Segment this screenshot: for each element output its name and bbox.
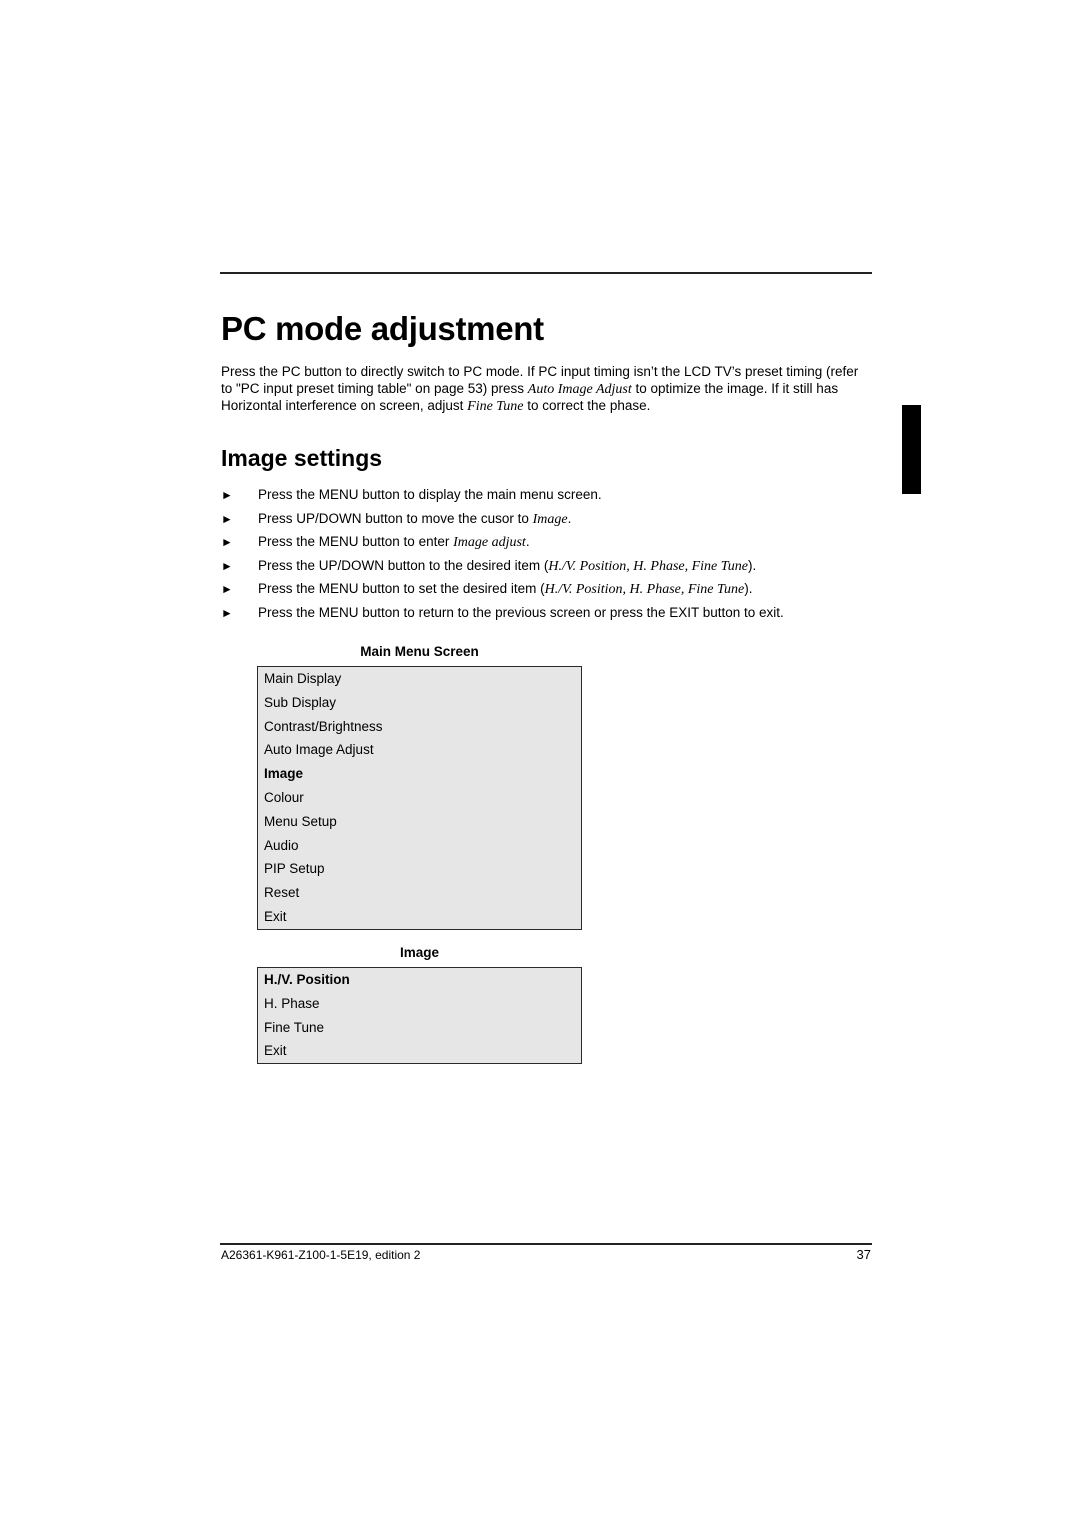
main-menu-item: PIP Setup [264, 861, 325, 877]
bullet-arrow-icon: ► [221, 582, 233, 597]
main-menu-item: Main Display [264, 671, 342, 686]
step-item: ► Press the MENU button to set the desire… [221, 578, 784, 602]
main-menu-caption: Main Menu Screen [360, 644, 479, 659]
bullet-arrow-icon: ► [221, 488, 233, 502]
step-text: Press the MENU button to set the desired… [258, 581, 545, 597]
main-menu-box: Main Display Sub Display Contrast/Bright… [257, 666, 582, 930]
steps-list: ► Press the MENU button to display the ma… [221, 484, 784, 626]
bullet-arrow-icon: ► [221, 535, 233, 550]
page-number: 37 [856, 1247, 871, 1262]
section-title: Image settings [221, 445, 383, 471]
intro-paragraph: Press the PC button to directly switch t… [221, 364, 861, 416]
image-menu-item: Fine Tune [264, 1019, 325, 1035]
bullet-arrow-icon: ► [221, 511, 233, 526]
image-menu-box: H./V. Position H. Phase Fine Tune Exit [257, 967, 582, 1065]
main-menu-item: Contrast/Brightness [264, 718, 383, 734]
main-menu-item: Menu Setup [264, 813, 337, 829]
page-title: PC mode adjustment [221, 310, 544, 347]
intro-emphasis-fine-tune: Fine Tune [467, 399, 524, 414]
step-item: ► Press the MENU button to display the ma… [221, 484, 784, 508]
step-text: Press the MENU button to enter [258, 534, 454, 550]
step-text: Press the MENU button to return to the p… [258, 604, 784, 620]
step-text-after: . [567, 510, 572, 526]
step-text: Press the UP/DOWN button to the desired … [258, 557, 549, 573]
footer-rule [220, 1243, 872, 1245]
main-menu-item: Audio [264, 837, 299, 853]
intro-emphasis-auto-image-adjust: Auto Image Adjust [527, 381, 632, 397]
main-menu-item: Auto Image Adjust [264, 742, 374, 758]
step-item: ► Press UP/DOWN button to move the cusor … [221, 508, 784, 532]
step-emphasis: Image adjust [453, 535, 526, 551]
step-emphasis: H./V. Position, H. Phase, Fine Tune [544, 582, 745, 598]
main-menu-item: Exit [264, 908, 287, 924]
bullet-arrow-icon: ► [221, 558, 233, 573]
step-item: ► Press the MENU button to return to the … [221, 602, 784, 626]
main-menu-item-selected: Image [264, 766, 304, 782]
image-menu-item: H. Phase [264, 995, 320, 1011]
step-text-after: ). [748, 557, 757, 573]
image-menu-caption: Image [399, 945, 440, 960]
step-emphasis: Image [532, 511, 568, 527]
bullet-arrow-icon: ► [221, 605, 233, 620]
image-menu-item: Exit [264, 1043, 287, 1059]
step-text: Press UP/DOWN button to move the cusor t… [258, 510, 533, 526]
main-menu-item: Colour [264, 789, 304, 805]
main-menu-item: Reset [264, 885, 300, 901]
chapter-tab-marker [902, 405, 921, 494]
step-emphasis: H./V. Position, H. Phase, Fine Tune [548, 558, 748, 574]
step-item: ► Press the MENU button to enter Image ad… [221, 531, 784, 555]
step-text-after: . [525, 534, 530, 550]
document-id: A26361-K961-Z100-1-5E19, edition 2 [221, 1248, 421, 1262]
image-menu-item-selected: H./V. Position [264, 972, 350, 987]
header-rule [220, 272, 872, 274]
step-text-after: ). [744, 581, 753, 597]
step-text: Press the MENU button to display the mai… [258, 487, 602, 502]
main-menu-item: Sub Display [264, 694, 337, 710]
intro-text: to correct the phase. [523, 398, 651, 413]
step-item: ► Press the UP/DOWN button to the desired… [221, 555, 784, 579]
